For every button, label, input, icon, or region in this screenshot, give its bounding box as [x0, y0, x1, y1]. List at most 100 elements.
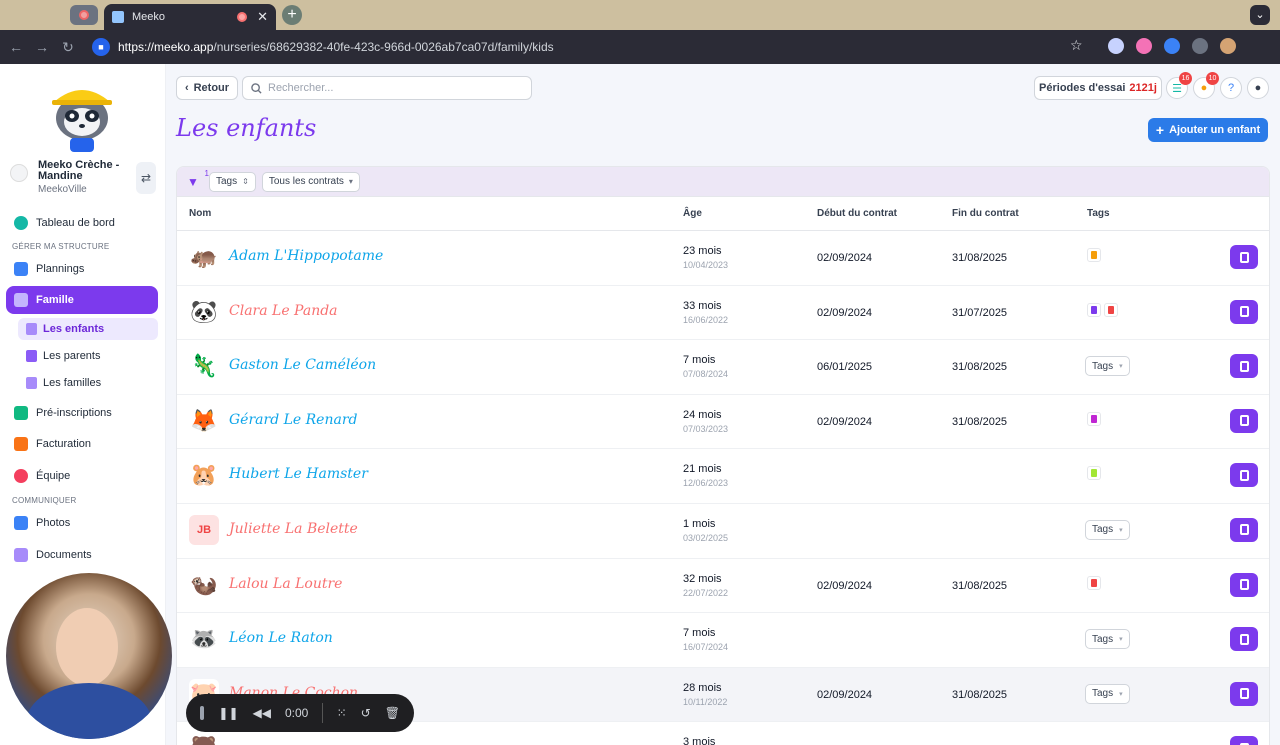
sidebar-subitem-enfants[interactable]: Les enfants — [18, 318, 158, 340]
open-child-file-button[interactable] — [1230, 245, 1258, 269]
col-header-tags[interactable]: Tags — [1087, 208, 1110, 219]
trash-icon[interactable]: 🗑 — [385, 706, 400, 720]
rewind-icon[interactable]: ◀◀ — [253, 706, 271, 720]
sidebar-subitem-familles[interactable]: Les familles — [18, 372, 158, 394]
tasks-button[interactable]: ☰ 16 — [1166, 72, 1192, 99]
tag-document-icon[interactable] — [1087, 248, 1101, 262]
extension-icon[interactable] — [1136, 38, 1152, 54]
col-header-age[interactable]: Âge — [683, 208, 702, 219]
child-name-link[interactable]: Gaston Le Caméléon — [229, 357, 376, 373]
tags-select[interactable]: Tags ▾ — [1085, 683, 1130, 704]
table-row[interactable]: 🐼 Clara Le Panda 33 mois 16/06/2022 02/0… — [177, 286, 1269, 341]
file-icon — [1239, 251, 1249, 263]
tag-document-icon[interactable] — [1087, 411, 1101, 426]
table-row[interactable]: 🦎 Gaston Le Caméléon 7 mois 07/08/2024 0… — [177, 340, 1269, 395]
profile-avatar[interactable] — [1220, 38, 1236, 54]
tag-document-icon[interactable] — [1087, 466, 1101, 481]
notifications-badge: 10 — [1206, 72, 1219, 85]
open-child-file-button[interactable] — [1230, 681, 1258, 706]
child-name-link[interactable]: Gérard Le Renard — [229, 412, 358, 428]
child-avatar: 🦝 — [189, 624, 219, 655]
tag-document-icon[interactable] — [1087, 575, 1101, 590]
sidebar-item-label: Les enfants — [43, 323, 105, 335]
col-header-end[interactable]: Fin du contrat — [952, 208, 1019, 219]
calendar-icon — [14, 262, 28, 276]
trial-periods-button[interactable]: Périodes d'essai 2121j — [1034, 76, 1162, 100]
close-tab-icon[interactable]: ✕ — [257, 9, 268, 25]
open-child-file-button[interactable] — [1230, 299, 1258, 324]
open-child-file-button[interactable] — [1230, 408, 1258, 433]
table-row[interactable]: 🐹 Hubert Le Hamster 21 mois 12/06/2023 — [177, 449, 1269, 504]
child-name-link[interactable]: Léon Le Raton — [229, 630, 333, 646]
child-age: 1 mois — [683, 517, 716, 530]
sidebar-subitem-parents[interactable]: Les parents — [18, 345, 158, 367]
forward-arrow-icon[interactable]: → — [32, 39, 52, 55]
search-input[interactable] — [268, 82, 508, 94]
chevron-down-icon[interactable]: ⌄ — [1250, 5, 1270, 25]
sidebar-item-plannings[interactable]: Plannings — [6, 256, 158, 282]
tags-select[interactable]: Tags ▾ — [1085, 629, 1130, 650]
child-name-link[interactable]: Adam L'Hippopotame — [229, 248, 383, 264]
child-name-link[interactable]: Clara Le Panda — [229, 303, 338, 319]
new-tab-button[interactable]: + — [282, 5, 302, 25]
child-birthdate: 10/11/2022 — [683, 696, 728, 707]
url-field[interactable]: ■ https://meeko.app/nurseries/68629382-4… — [92, 35, 1092, 59]
sidebar-item-equipe[interactable]: Équipe — [6, 463, 158, 489]
reload-icon[interactable]: ↻ — [58, 39, 78, 56]
open-child-file-button[interactable] — [1230, 463, 1258, 488]
table-row[interactable]: 🦦 Lalou La Loutre 32 mois 22/07/2022 02/… — [177, 559, 1269, 614]
contracts-filter[interactable]: Tous les contrats ▾ — [261, 171, 360, 192]
child-name-link[interactable]: Hubert Le Hamster — [229, 466, 368, 482]
extension-icon[interactable] — [1164, 38, 1180, 54]
puzzle-icon[interactable] — [1192, 38, 1208, 54]
pause-icon[interactable]: ❚❚ — [218, 706, 238, 720]
switch-org-icon[interactable]: ⇄ — [136, 162, 156, 194]
open-child-file-button[interactable] — [1230, 517, 1258, 542]
notifications-button[interactable]: ● 10 — [1193, 72, 1219, 99]
child-name-link[interactable]: Juliette La Belette — [229, 521, 358, 537]
help-button[interactable]: ? — [1220, 77, 1242, 99]
recording-tab[interactable] — [70, 5, 98, 25]
tags-select[interactable]: Tags ▾ — [1085, 519, 1130, 540]
col-header-name[interactable]: Nom — [189, 208, 211, 219]
col-header-start[interactable]: Début du contrat — [817, 208, 897, 219]
back-button[interactable]: ‹ Retour — [176, 76, 238, 100]
child-age: 23 mois — [683, 245, 722, 257]
account-button[interactable]: ● — [1247, 77, 1269, 99]
extension-icon[interactable] — [1108, 38, 1124, 54]
sidebar-item-documents[interactable]: Documents — [6, 542, 158, 568]
file-icon — [1239, 415, 1249, 427]
sort-caret-icon: ⇕ — [242, 177, 249, 186]
grid-icon[interactable]: ⁙ — [337, 706, 347, 720]
sidebar-item-famille[interactable]: Famille — [6, 286, 158, 314]
child-name-link[interactable]: Lalou La Loutre — [229, 576, 342, 592]
sidebar-item-photos[interactable]: Photos — [6, 510, 158, 536]
child-age: 21 mois — [683, 463, 722, 476]
restart-icon[interactable]: ↺ — [361, 706, 371, 720]
tag-document-icon[interactable] — [1087, 302, 1101, 317]
table-row[interactable]: JB Juliette La Belette 1 mois 03/02/2025… — [177, 504, 1269, 559]
tag-document-icon[interactable] — [1104, 302, 1118, 317]
open-child-file-button[interactable] — [1230, 572, 1258, 597]
table-row[interactable]: 🦝 Léon Le Raton 7 mois 16/07/2024 Tags ▾ — [177, 613, 1269, 668]
filter-icon[interactable]: ▼ 1 — [187, 169, 209, 189]
add-child-button[interactable]: + Ajouter un enfant — [1148, 118, 1268, 142]
table-row[interactable]: 🦛 Adam L'Hippopotame 23 mois 10/04/2023 … — [177, 231, 1269, 286]
file-icon — [1239, 524, 1249, 536]
tags-filter[interactable]: Tags ⇕ — [209, 171, 256, 192]
tags-cell — [1087, 302, 1118, 317]
open-child-file-button[interactable] — [1230, 354, 1258, 379]
open-child-file-button[interactable] — [1230, 627, 1258, 652]
stop-icon[interactable] — [200, 706, 205, 720]
browser-tab-meeko[interactable]: Meeko ✕ — [104, 4, 276, 30]
sidebar-item-facturation[interactable]: Facturation — [6, 431, 158, 457]
tags-select-label: Tags — [1092, 524, 1114, 536]
sidebar-item-label: Pré-inscriptions — [36, 407, 112, 419]
tags-select[interactable]: Tags ▾ — [1085, 356, 1130, 377]
back-arrow-icon[interactable]: ← — [6, 39, 26, 55]
bookmark-star-icon[interactable]: ☆ — [1070, 37, 1083, 54]
sidebar-item-dashboard[interactable]: Tableau de bord — [6, 210, 158, 236]
sidebar-item-preinscriptions[interactable]: Pré-inscriptions — [6, 400, 158, 426]
open-child-file-button[interactable] — [1230, 736, 1258, 745]
table-row[interactable]: 🦊 Gérard Le Renard 24 mois 07/03/2023 02… — [177, 395, 1269, 450]
